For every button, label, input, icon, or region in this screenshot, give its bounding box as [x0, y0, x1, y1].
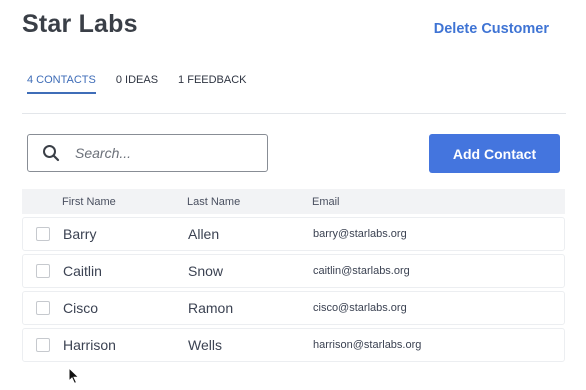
email-cell: harrison@starlabs.org — [313, 339, 422, 351]
column-header-last-name: Last Name — [187, 195, 241, 208]
tab-feedback[interactable]: 1 FEEDBACK — [178, 74, 246, 92]
last-name-cell: Wells — [188, 337, 222, 353]
tabs-bar: 4 CONTACTS 0 IDEAS 1 FEEDBACK — [27, 74, 247, 94]
row-checkbox[interactable] — [36, 227, 50, 241]
first-name-cell: Harrison — [63, 337, 116, 353]
table-row[interactable]: Harrison Wells harrison@starlabs.org — [22, 328, 565, 362]
table-row[interactable]: Caitlin Snow caitlin@starlabs.org — [22, 254, 565, 288]
email-cell: caitlin@starlabs.org — [313, 265, 410, 277]
first-name-cell: Cisco — [63, 300, 99, 316]
search-box[interactable] — [27, 134, 268, 172]
first-name-cell: Barry — [63, 226, 97, 242]
table-row[interactable]: Barry Allen barry@starlabs.org — [22, 217, 565, 251]
add-contact-button[interactable]: Add Contact — [429, 134, 560, 173]
last-name-cell: Allen — [188, 226, 220, 242]
last-name-cell: Ramon — [188, 300, 234, 316]
search-input[interactable] — [75, 145, 245, 161]
table-row[interactable]: Cisco Ramon cisco@starlabs.org — [22, 291, 565, 325]
search-icon — [42, 144, 60, 162]
email-cell: cisco@starlabs.org — [313, 302, 407, 314]
table-header: First Name Last Name Email — [22, 189, 565, 214]
row-checkbox[interactable] — [36, 338, 50, 352]
column-header-email: Email — [312, 195, 340, 208]
email-cell: barry@starlabs.org — [313, 228, 407, 240]
tab-contacts[interactable]: 4 CONTACTS — [27, 74, 96, 94]
first-name-cell: Caitlin — [63, 263, 102, 279]
row-checkbox[interactable] — [36, 264, 50, 278]
mouse-cursor-icon — [68, 366, 80, 385]
contacts-table: First Name Last Name Email Barry Allen b… — [22, 189, 565, 362]
delete-customer-link[interactable]: Delete Customer — [434, 21, 549, 37]
tabs-divider — [22, 113, 566, 114]
page-title: Star Labs — [22, 10, 138, 38]
last-name-cell: Snow — [188, 263, 224, 279]
tab-ideas[interactable]: 0 IDEAS — [116, 74, 158, 92]
row-checkbox[interactable] — [36, 301, 50, 315]
column-header-first-name: First Name — [62, 195, 116, 208]
